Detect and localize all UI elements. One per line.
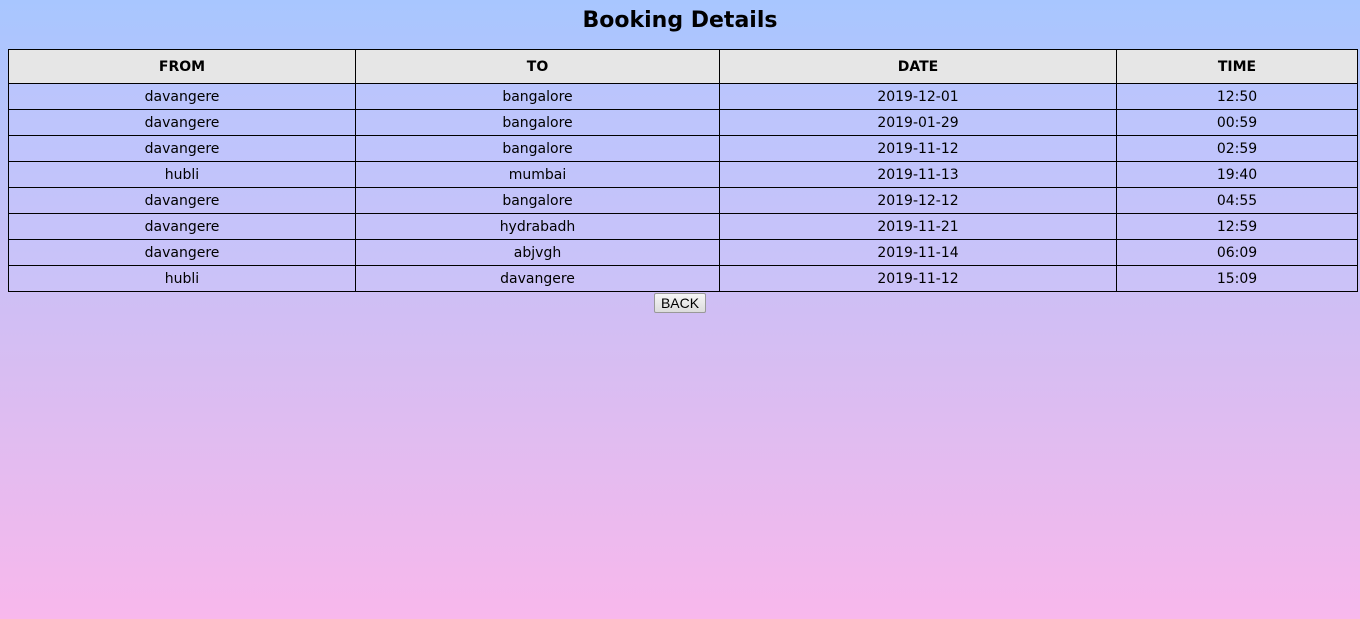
cell-from: davangere <box>8 109 356 136</box>
cell-time: 00:59 <box>1116 109 1358 136</box>
table-row: davangere hydrabadh 2019-11-21 12:59 <box>8 213 1358 240</box>
cell-to: hydrabadh <box>355 213 720 240</box>
cell-to: bangalore <box>355 83 720 110</box>
cell-from: hubli <box>8 161 356 188</box>
header-to: TO <box>355 49 720 84</box>
cell-to: bangalore <box>355 187 720 214</box>
cell-date: 2019-11-13 <box>719 161 1117 188</box>
cell-time: 04:55 <box>1116 187 1358 214</box>
header-time: TIME <box>1116 49 1358 84</box>
cell-time: 02:59 <box>1116 135 1358 162</box>
back-button[interactable]: BACK <box>653 293 707 313</box>
header-from: FROM <box>8 49 356 84</box>
table-row: davangere abjvgh 2019-11-14 06:09 <box>8 239 1358 266</box>
cell-time: 19:40 <box>1116 161 1358 188</box>
table-row: davangere bangalore 2019-11-12 02:59 <box>8 135 1358 162</box>
cell-time: 15:09 <box>1116 265 1358 292</box>
cell-time: 12:50 <box>1116 83 1358 110</box>
cell-time: 06:09 <box>1116 239 1358 266</box>
cell-date: 2019-11-12 <box>719 135 1117 162</box>
table-row: hubli mumbai 2019-11-13 19:40 <box>8 161 1358 188</box>
page-title: Booking Details <box>582 8 778 33</box>
cell-to: abjvgh <box>355 239 720 266</box>
cell-to: mumbai <box>355 161 720 188</box>
table-row: davangere bangalore 2019-12-12 04:55 <box>8 187 1358 214</box>
booking-table: FROM TO DATE TIME davangere bangalore 2019… <box>8 49 1358 292</box>
table-row: hubli davangere 2019-11-12 15:09 <box>8 265 1358 292</box>
cell-date: 2019-12-12 <box>719 187 1117 214</box>
cell-date: 2019-11-21 <box>719 213 1117 240</box>
cell-from: davangere <box>8 187 356 214</box>
cell-time: 12:59 <box>1116 213 1358 240</box>
header-date: DATE <box>719 49 1117 84</box>
table-row: davangere bangalore 2019-01-29 00:59 <box>8 109 1358 136</box>
cell-from: davangere <box>8 135 356 162</box>
cell-to: bangalore <box>355 135 720 162</box>
cell-date: 2019-12-01 <box>719 83 1117 110</box>
cell-from: hubli <box>8 265 356 292</box>
cell-from: davangere <box>8 239 356 266</box>
table-row: davangere bangalore 2019-12-01 12:50 <box>8 83 1358 110</box>
cell-to: bangalore <box>355 109 720 136</box>
cell-date: 2019-01-29 <box>719 109 1117 136</box>
cell-date: 2019-11-12 <box>719 265 1117 292</box>
cell-from: davangere <box>8 213 356 240</box>
cell-date: 2019-11-14 <box>719 239 1117 266</box>
cell-from: davangere <box>8 83 356 110</box>
table-header-row: FROM TO DATE TIME <box>8 49 1358 84</box>
cell-to: davangere <box>355 265 720 292</box>
